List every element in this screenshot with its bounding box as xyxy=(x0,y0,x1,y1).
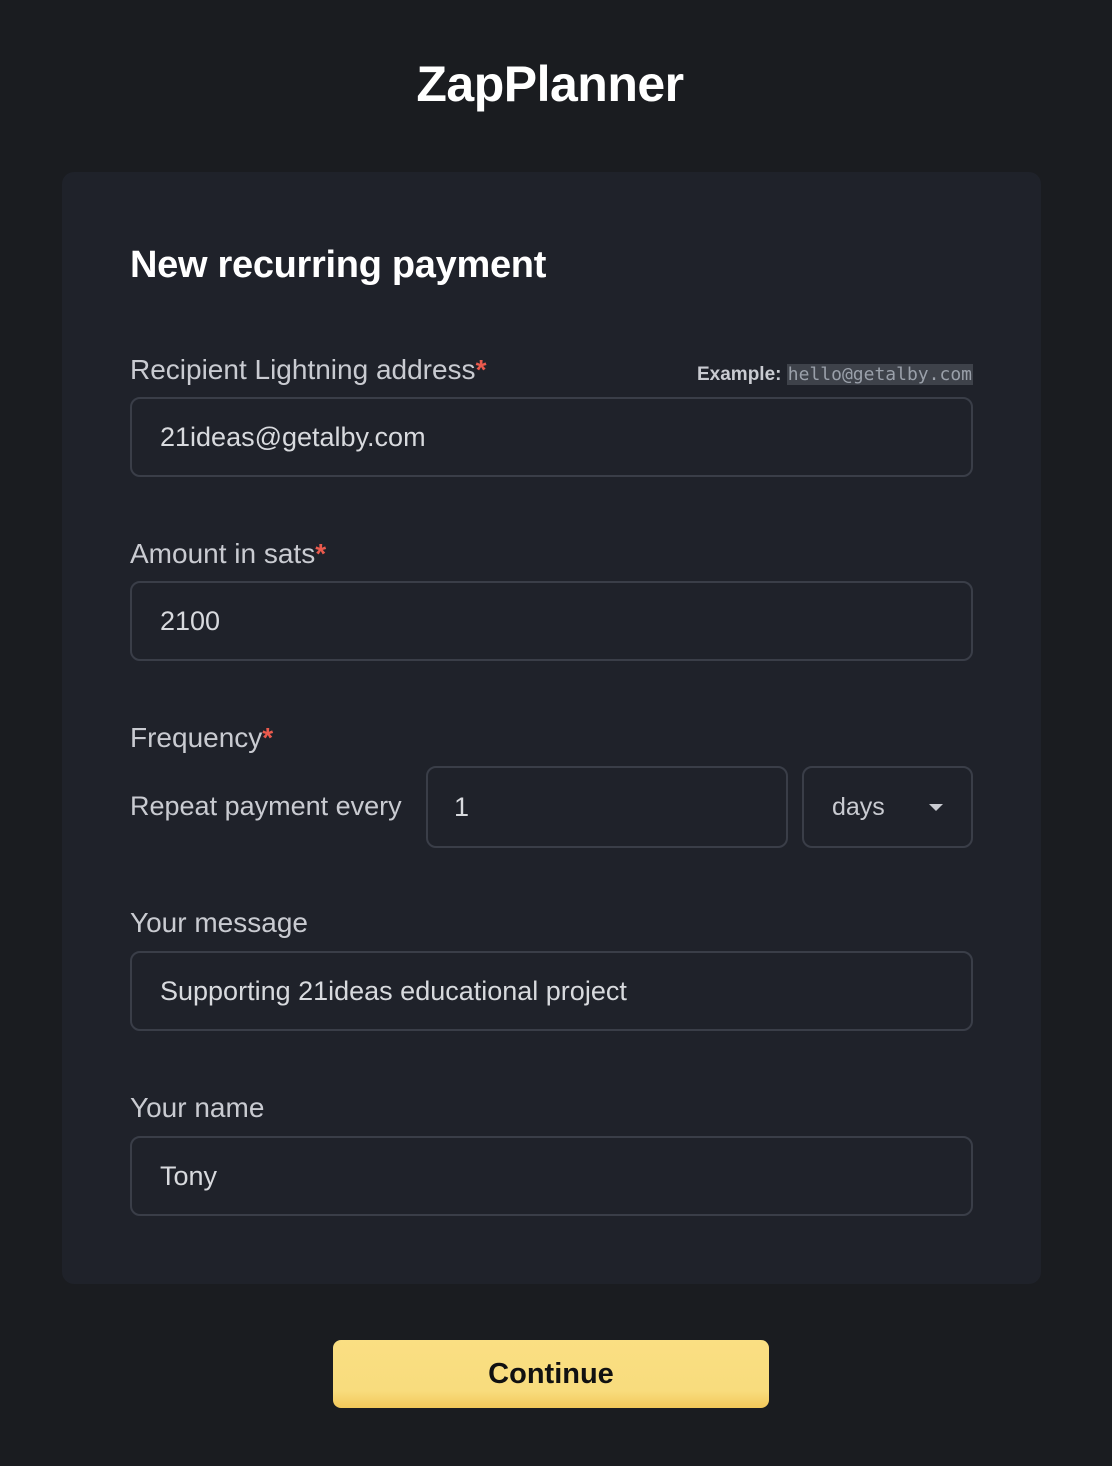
amount-input[interactable] xyxy=(130,581,973,661)
recipient-label: Recipient Lightning address* xyxy=(130,352,486,388)
required-marker: * xyxy=(262,722,274,753)
name-input[interactable] xyxy=(130,1136,973,1216)
amount-label: Amount in sats* xyxy=(130,536,326,572)
amount-label-text: Amount in sats xyxy=(130,538,316,569)
chevron-down-icon xyxy=(929,804,943,811)
required-marker: * xyxy=(475,354,487,385)
frequency-unit-select[interactable]: days xyxy=(802,766,973,848)
frequency-unit-value: days xyxy=(832,793,885,821)
app-title: ZapPlanner xyxy=(416,56,684,112)
frequency-label-text: Frequency xyxy=(130,722,263,753)
recipient-address-input[interactable] xyxy=(130,397,973,477)
page: ZapPlanner New recurring payment Recipie… xyxy=(0,0,1112,1466)
frequency-label: Frequency* xyxy=(130,720,273,756)
recipient-label-text: Recipient Lightning address xyxy=(130,354,476,385)
recurring-payment-card: New recurring payment Recipient Lightnin… xyxy=(62,172,1041,1284)
name-label: Your name xyxy=(130,1092,265,1123)
form-title: New recurring payment xyxy=(130,244,547,286)
example-prefix: Example: xyxy=(697,364,782,385)
recipient-example-hint: Example: hello@getalby.com xyxy=(697,362,973,388)
message-input[interactable] xyxy=(130,951,973,1031)
required-marker: * xyxy=(315,538,327,569)
example-address: hello@getalby.com xyxy=(786,364,973,385)
repeat-payment-label: Repeat payment every xyxy=(130,791,402,821)
continue-button[interactable]: Continue xyxy=(333,1340,769,1408)
message-label: Your message xyxy=(130,907,308,938)
frequency-count-input[interactable] xyxy=(426,766,788,848)
